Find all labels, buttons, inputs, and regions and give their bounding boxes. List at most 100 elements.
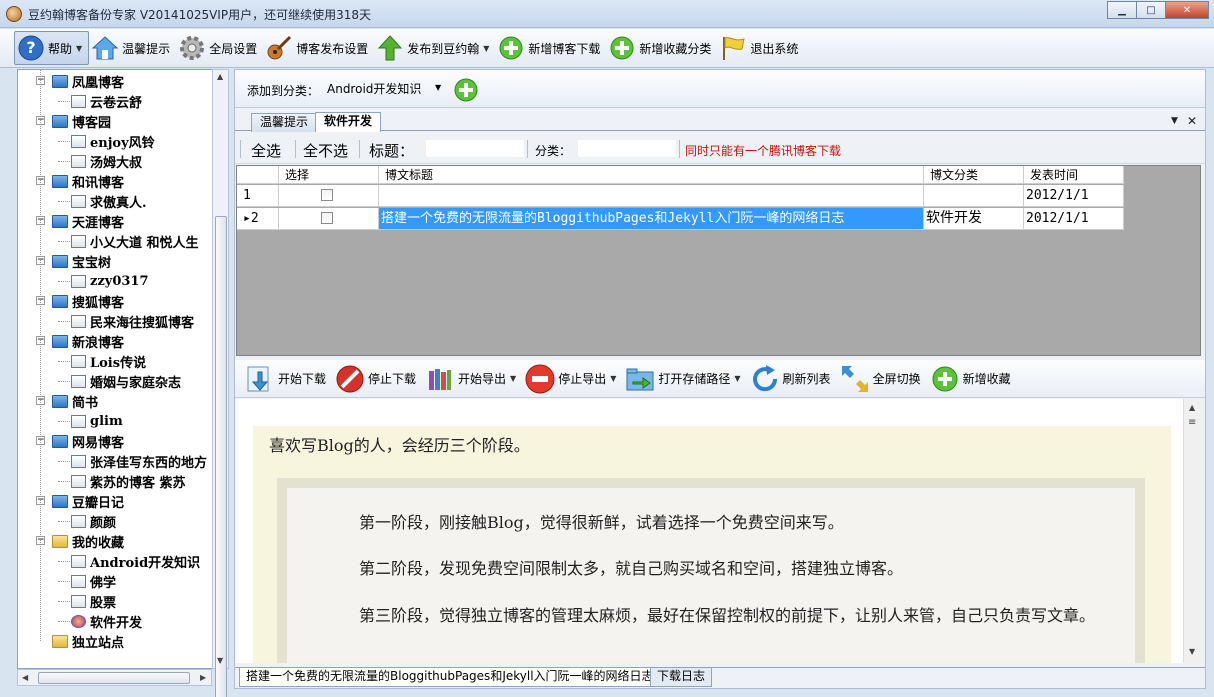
- grid-header-date[interactable]: 发表时间: [1024, 166, 1124, 184]
- article-grid[interactable]: 选择 博文标题 博文分类 发表时间 1 2012/1/1 ▸2 搭建一个免费的无…: [236, 165, 1201, 356]
- tree-folder[interactable]: − 宝宝树: [36, 251, 111, 271]
- chevron-down-icon[interactable]: ▼: [435, 83, 441, 92]
- tree-folder[interactable]: − 我的收藏: [36, 531, 124, 551]
- tree-folder[interactable]: − 博客园: [36, 111, 111, 131]
- row-select-cell[interactable]: [279, 185, 379, 207]
- tips-button[interactable]: 温馨提示: [89, 31, 176, 65]
- tree-leaf[interactable]: glim: [71, 411, 123, 431]
- scroll-up-icon[interactable]: ▲: [1189, 403, 1195, 412]
- grid-header-category[interactable]: 博文分类: [924, 166, 1024, 184]
- tree-folder[interactable]: − 简书: [36, 391, 98, 411]
- close-button[interactable]: ✕: [1165, 1, 1209, 19]
- tab-close-icon[interactable]: ✕: [1187, 114, 1197, 128]
- exit-button[interactable]: 退出系统: [717, 31, 804, 65]
- tree-leaf[interactable]: 股票: [71, 591, 116, 611]
- title-filter-input[interactable]: [425, 139, 525, 158]
- tree-leaf[interactable]: 紫苏的博客 紫苏: [71, 471, 186, 491]
- refresh-button[interactable]: 刷新列表: [750, 364, 831, 394]
- tab-article[interactable]: 搭建一个免费的无限流量的BloggithubPages和Jekyll入门阮一峰的…: [239, 668, 661, 687]
- add-favorite-button[interactable]: 新增收藏: [930, 364, 1011, 394]
- grid-header-select[interactable]: 选择: [279, 166, 379, 184]
- tree-horizontal-scrollbar[interactable]: ◀ ▶: [17, 669, 212, 686]
- stop-export-button[interactable]: 停止导出 ▼: [525, 364, 616, 394]
- select-none-button[interactable]: 全不选: [303, 140, 348, 161]
- tree-folder[interactable]: − 新浪博客: [36, 331, 124, 351]
- grid-header-title[interactable]: 博文标题: [379, 166, 924, 184]
- start-download-button[interactable]: 开始下载: [245, 364, 326, 394]
- tree-folder[interactable]: − 搜狐博客: [36, 291, 124, 311]
- global-settings-button[interactable]: 全局设置: [176, 31, 263, 65]
- new-favorite-category-button[interactable]: 新增收藏分类: [606, 31, 717, 65]
- blog-tree[interactable]: − 凤凰博客 云卷云舒 − 博客园 enjoy风铃 汤姆大叔 − 和讯博客 求傲真人. − 天涯博客小…: [17, 69, 229, 669]
- row-title-cell[interactable]: [379, 185, 924, 207]
- row-checkbox[interactable]: [321, 189, 333, 201]
- add-category-icon[interactable]: [453, 77, 479, 106]
- publish-to-button[interactable]: 发布到豆约翰 ▼: [374, 31, 495, 65]
- scroll-down-icon[interactable]: ▼: [1189, 647, 1195, 656]
- preview-scrollbar[interactable]: ▲ ≡ ▼: [1183, 399, 1202, 663]
- preview-paragraph: 第二阶段，发现免费空间限制太多，就自己购买域名和空间，搭建独立博客。: [359, 559, 904, 578]
- category-filter-input[interactable]: [577, 139, 677, 158]
- blog-publish-settings-button[interactable]: 博客发布设置: [263, 31, 374, 65]
- help-button[interactable]: ? 帮助 ▼: [14, 31, 90, 65]
- maximize-button[interactable]: □: [1136, 1, 1166, 19]
- filter-bar: 全选 全不选 标题： 分类： 同时只能有一个腾讯博客下载: [235, 134, 1205, 164]
- tree-folder[interactable]: 独立站点: [52, 631, 124, 651]
- tree-leaf[interactable]: 求傲真人.: [71, 191, 147, 211]
- row-header[interactable]: 1: [237, 185, 279, 207]
- stop-download-button[interactable]: 停止下载: [335, 364, 416, 394]
- tree-leaf[interactable]: zzy0317: [71, 271, 149, 291]
- scroll-up-icon[interactable]: ▲: [217, 72, 223, 81]
- row-category-cell[interactable]: [924, 185, 1024, 207]
- tree-folder[interactable]: − 凤凰博客: [36, 71, 124, 91]
- tab-list-icon[interactable]: ▼: [1171, 116, 1178, 126]
- scroll-down-icon[interactable]: ▼: [217, 656, 223, 665]
- tree-leaf[interactable]: 云卷云舒: [71, 91, 142, 111]
- tree-leaf[interactable]: enjoy风铃: [71, 131, 155, 151]
- tree-leaf[interactable]: 颜颜: [71, 511, 116, 531]
- tree-leaf[interactable]: 小乂大道 和悦人生: [71, 231, 199, 251]
- select-all-button[interactable]: 全选: [251, 140, 281, 161]
- tree-leaf[interactable]: 佛学: [71, 571, 116, 591]
- blog-page-icon: [71, 314, 86, 328]
- row-title-cell[interactable]: 搭建一个免费的无限流量的BloggithubPages和Jekyll入门阮一峰的…: [379, 208, 924, 230]
- row-date-cell[interactable]: 2012/1/1: [1024, 185, 1124, 207]
- row-select-cell[interactable]: [279, 208, 379, 230]
- start-export-button[interactable]: 开始导出 ▼: [425, 364, 516, 394]
- tree-folder[interactable]: − 网易博客: [36, 431, 124, 451]
- scroll-right-icon[interactable]: ▶: [200, 673, 206, 682]
- tree-leaf[interactable]: 民来海往搜狐博客: [71, 311, 194, 331]
- row-category-cell[interactable]: 软件开发: [924, 208, 1024, 230]
- tree-node-label: 豆瓣日记: [72, 495, 125, 511]
- tab-software-dev[interactable]: 软件开发: [315, 112, 382, 132]
- tree-hscroll-thumb[interactable]: [38, 672, 190, 684]
- tree-leaf[interactable]: 汤姆大叔: [71, 151, 142, 171]
- minimize-button[interactable]: ▁: [1107, 1, 1137, 19]
- tree-vertical-scrollbar[interactable]: ▲ ▼: [212, 69, 229, 697]
- row-header[interactable]: ▸2: [237, 208, 279, 230]
- tab-tips[interactable]: 温馨提示: [251, 113, 318, 132]
- row-date-cell[interactable]: 2012/1/1: [1024, 208, 1124, 230]
- tree-leaf[interactable]: 婚姻与家庭杂志: [71, 371, 181, 391]
- tree-folder[interactable]: − 豆瓣日记: [36, 491, 125, 511]
- open-path-button[interactable]: 打开存储路径 ▼: [625, 364, 741, 394]
- article-preview[interactable]: 喜欢写Blog的人，会经历三个阶段。 第一阶段，刚接触Blog，觉得很新鲜，试着…: [236, 399, 1184, 663]
- separator: [527, 140, 528, 158]
- preview-paragraph: 第一阶段，刚接触Blog，觉得很新鲜，试着选择一个免费空间来写。: [359, 513, 844, 532]
- row-checkbox[interactable]: [321, 212, 333, 224]
- tab-download-log[interactable]: 下载日志: [650, 668, 713, 687]
- tree-leaf[interactable]: 张泽佳写东西的地方: [71, 451, 207, 471]
- scroll-grip-icon[interactable]: ≡: [1188, 417, 1196, 428]
- tree-leaf[interactable]: 软件开发: [71, 611, 142, 631]
- tree-connector: [58, 241, 70, 242]
- scroll-left-icon[interactable]: ◀: [22, 673, 28, 682]
- new-blog-download-button[interactable]: 新增博客下载: [495, 31, 606, 65]
- fullscreen-button[interactable]: 全屏切换: [840, 364, 921, 394]
- tree-scroll-thumb[interactable]: [215, 216, 227, 697]
- tree-leaf[interactable]: Lois传说: [71, 351, 146, 371]
- tree-folder[interactable]: − 和讯博客: [36, 171, 124, 191]
- blog-page-icon: [71, 474, 86, 488]
- tree-folder[interactable]: − 天涯博客: [36, 211, 124, 231]
- category-select[interactable]: Android开发知识: [325, 80, 435, 98]
- tree-leaf[interactable]: Android开发知识: [71, 551, 200, 571]
